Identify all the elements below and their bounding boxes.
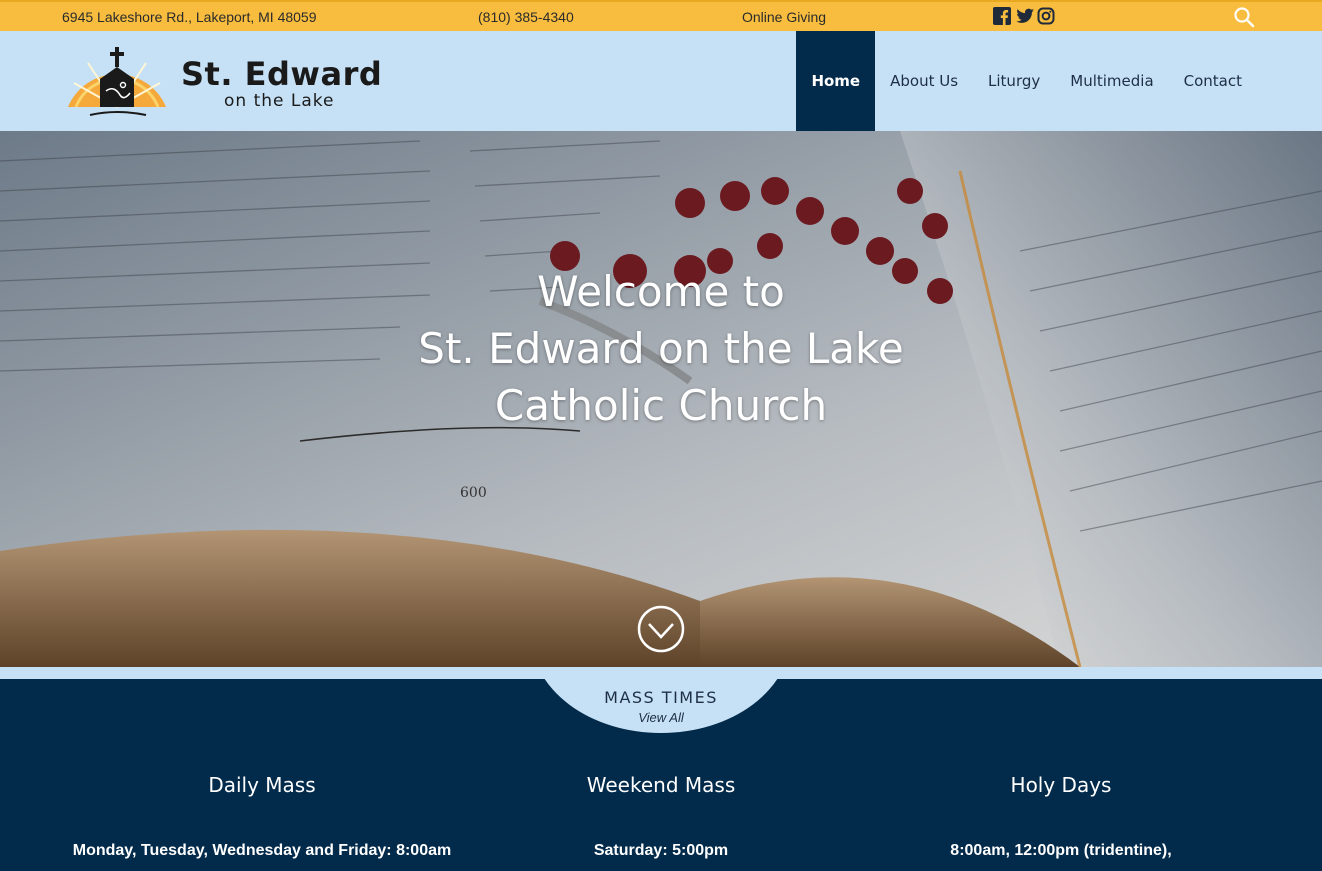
nav-liturgy[interactable]: Liturgy <box>973 31 1055 131</box>
church-sunrise-icon <box>68 47 166 116</box>
search-icon[interactable] <box>1233 6 1255 28</box>
hero-banner: 600 Welcome to St. Edward on the Lake Ca… <box>0 131 1322 667</box>
daily-mass-column: Daily Mass Monday, Tuesday, Wednesday an… <box>42 773 482 863</box>
mass-times-section: MASS TIMES View All Daily Mass Monday, T… <box>0 679 1322 871</box>
nav-home[interactable]: Home <box>796 31 876 131</box>
online-giving-link[interactable]: Online Giving <box>742 9 826 25</box>
section-divider <box>0 667 1322 679</box>
instagram-icon[interactable] <box>1037 7 1055 25</box>
logo-title: St. Edward <box>181 55 383 93</box>
nav-contact[interactable]: Contact <box>1169 31 1257 131</box>
weekend-mass-column: Weekend Mass Saturday: 5:00pm <box>441 773 881 863</box>
nav-about-us[interactable]: About Us <box>875 31 973 131</box>
scroll-down-icon[interactable] <box>637 605 685 653</box>
nav-multimedia[interactable]: Multimedia <box>1055 31 1168 131</box>
hero-title: Welcome to St. Edward on the Lake Cathol… <box>0 263 1322 434</box>
social-links <box>993 7 1055 25</box>
site-header: St. Edward on the Lake Home About Us Lit… <box>0 31 1322 131</box>
view-all-link[interactable]: View All <box>531 710 791 725</box>
holy-days-column: Holy Days 8:00am, 12:00pm (tridentine), <box>841 773 1281 863</box>
weekend-mass-heading: Weekend Mass <box>586 773 736 797</box>
facebook-icon[interactable] <box>993 7 1011 25</box>
address-text: 6945 Lakeshore Rd., Lakeport, MI 48059 <box>62 9 317 25</box>
hero-title-line-1: Welcome to <box>537 267 785 316</box>
daily-mass-heading: Daily Mass <box>208 773 316 797</box>
mass-times-heading: MASS TIMES <box>604 688 718 707</box>
svg-text:600: 600 <box>460 485 487 501</box>
top-info-bar: 6945 Lakeshore Rd., Lakeport, MI 48059 (… <box>0 0 1322 31</box>
daily-mass-times: Monday, Tuesday, Wednesday and Friday: 8… <box>72 842 452 859</box>
phone-link[interactable]: (810) 385-4340 <box>478 9 574 25</box>
main-nav: Home About Us Liturgy Multimedia Contact <box>796 31 1257 131</box>
twitter-icon[interactable] <box>1015 7 1034 25</box>
hero-title-line-3: Catholic Church <box>494 381 828 430</box>
holy-days-times: 8:00am, 12:00pm (tridentine), <box>950 842 1172 859</box>
site-logo[interactable]: St. Edward on the Lake <box>66 43 406 119</box>
weekend-mass-times: Saturday: 5:00pm <box>593 842 729 859</box>
logo-subtitle: on the Lake <box>224 91 335 111</box>
holy-days-heading: Holy Days <box>1010 773 1112 797</box>
hero-title-line-2: St. Edward on the Lake <box>418 324 904 373</box>
